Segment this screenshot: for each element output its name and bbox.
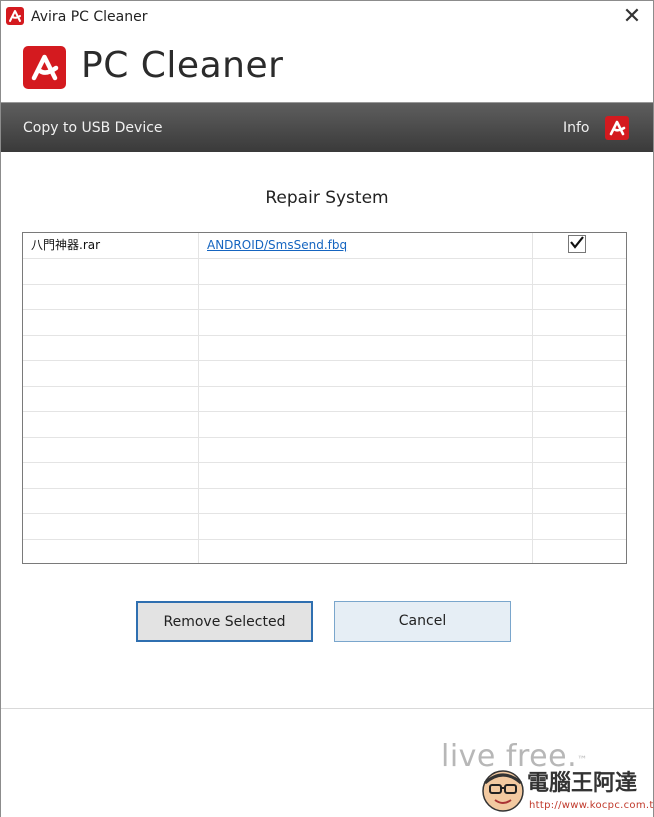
file-path-cell (199, 513, 533, 539)
table-row (23, 539, 626, 563)
file-path-cell (199, 488, 533, 513)
file-name-cell (23, 258, 199, 284)
file-name-cell (23, 513, 199, 539)
mascot-icon (482, 770, 524, 812)
table-row (23, 335, 626, 361)
file-path-cell (199, 284, 533, 309)
select-cell (533, 335, 626, 360)
footer: live free.™ 電腦王阿達 http://www.kocpc.com.t… (1, 709, 654, 817)
file-path-cell (199, 386, 533, 411)
select-cell (533, 310, 626, 335)
window-title: Avira PC Cleaner (31, 9, 148, 25)
select-cell (533, 284, 626, 309)
file-name-cell (23, 284, 199, 309)
file-name-cell (23, 437, 199, 462)
watermark: 電腦王阿達 http://www.kocpc.com.tw (481, 769, 654, 815)
select-cell (533, 437, 626, 462)
file-path-cell (199, 360, 533, 386)
table-row (23, 386, 626, 412)
file-name-cell (23, 386, 199, 411)
table-row (23, 411, 626, 438)
file-name-cell (23, 360, 199, 386)
select-cell (533, 488, 626, 513)
select-checkbox[interactable] (568, 235, 586, 253)
table-row (23, 258, 626, 285)
cancel-button[interactable]: Cancel (334, 601, 511, 642)
table-row: 八門神器.rar ANDROID/SmsSend.fbq (23, 233, 626, 259)
file-path-cell (199, 411, 533, 437)
select-cell (533, 412, 626, 437)
file-path-cell (199, 309, 533, 335)
table-row (23, 462, 626, 489)
select-cell (533, 233, 626, 258)
file-name-cell: 八門神器.rar (23, 233, 199, 258)
watermark-url: http://www.kocpc.com.tw (529, 800, 654, 811)
table-row (23, 360, 626, 387)
avira-info-icon[interactable] (605, 116, 629, 140)
close-icon[interactable]: ✕ (621, 5, 643, 29)
table-row (23, 513, 626, 540)
file-name-cell (23, 539, 199, 563)
brand-header: PC Cleaner (1, 33, 653, 101)
product-name: PC Cleaner (81, 45, 284, 86)
action-toolbar: Copy to USB Device Info (1, 102, 653, 152)
file-path-link[interactable]: ANDROID/SmsSend.fbq (207, 238, 347, 252)
watermark-text: 電腦王阿達 (527, 771, 638, 796)
page-title: Repair System (265, 188, 389, 208)
select-cell (533, 539, 626, 563)
file-name-cell (23, 411, 199, 437)
file-name-cell (23, 488, 199, 513)
info-link[interactable]: Info (563, 118, 590, 138)
file-name-cell (23, 335, 199, 360)
table-row (23, 437, 626, 463)
copy-to-usb-link[interactable]: Copy to USB Device (23, 118, 163, 138)
remove-selected-button[interactable]: Remove Selected (136, 601, 313, 642)
file-path-cell (199, 437, 533, 462)
file-path-cell (199, 539, 533, 563)
app-window: Avira PC Cleaner ✕ PC Cleaner Copy to US… (0, 0, 654, 817)
file-path-cell (199, 335, 533, 360)
results-table: 八門神器.rar ANDROID/SmsSend.fbq (22, 232, 627, 564)
table-row (23, 309, 626, 336)
file-path-cell (199, 462, 533, 488)
avira-app-icon (6, 7, 24, 25)
select-cell (533, 361, 626, 386)
select-cell (533, 463, 626, 488)
avira-logo-icon (23, 46, 66, 89)
title-bar: Avira PC Cleaner ✕ (1, 1, 653, 33)
file-path-cell: ANDROID/SmsSend.fbq (199, 233, 533, 258)
table-row (23, 488, 626, 514)
file-name-cell (23, 309, 199, 335)
select-cell (533, 386, 626, 411)
trademark-mark: ™ (577, 755, 588, 766)
file-path-cell (199, 258, 533, 284)
select-cell (533, 259, 626, 284)
select-cell (533, 514, 626, 539)
file-name-cell (23, 462, 199, 488)
table-row (23, 284, 626, 310)
